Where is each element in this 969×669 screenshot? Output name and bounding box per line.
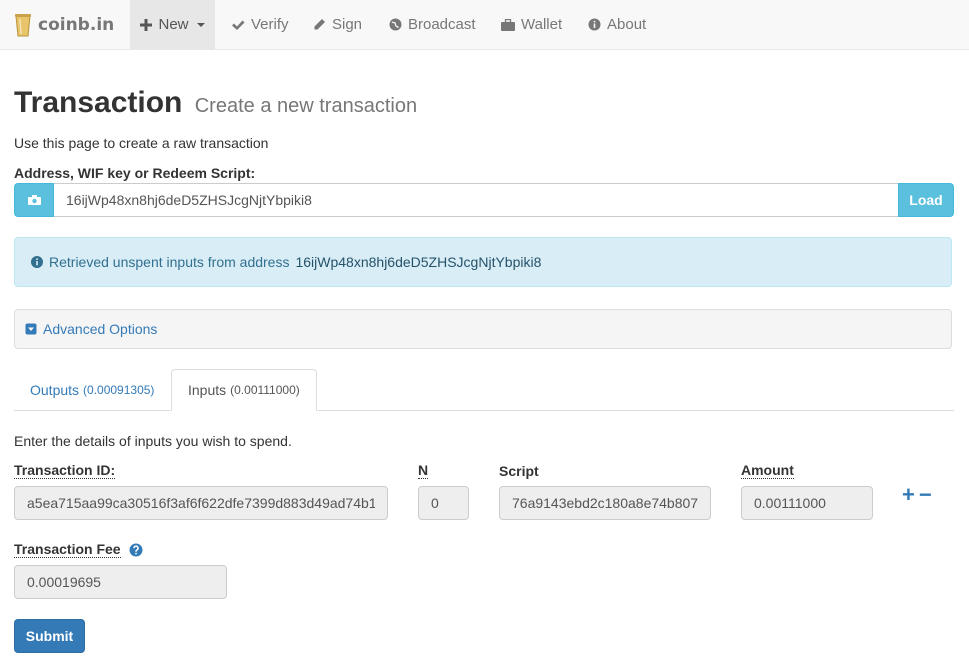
fee-input[interactable] (14, 565, 227, 599)
briefcase-icon (501, 18, 515, 31)
nav-new[interactable]: New (130, 0, 215, 49)
inputs-help-text: Enter the details of inputs you wish to … (14, 433, 292, 449)
brand-logo[interactable]: coinb.in (14, 0, 114, 49)
nav-broadcast[interactable]: Broadcast (389, 0, 476, 49)
nav-sign-label: Sign (332, 16, 363, 33)
load-button[interactable]: Load (898, 183, 954, 217)
brand-name: coinb.in (38, 14, 115, 35)
collapse-down-icon (25, 323, 37, 335)
row-controls: + − (902, 484, 932, 506)
tab-inputs-amount: (0.00111000) (230, 383, 300, 397)
advanced-options-label: Advanced Options (43, 321, 158, 337)
tab-outputs-amount: (0.00091305) (83, 382, 155, 397)
camera-button[interactable] (14, 183, 54, 217)
tabs-divider (14, 410, 954, 411)
amount-label: Amount (741, 462, 794, 479)
add-input-button[interactable]: + (902, 484, 915, 506)
pencil-icon (314, 19, 325, 30)
plus-icon (140, 18, 153, 31)
address-input[interactable] (54, 183, 898, 217)
nav-wallet-label: Wallet (521, 16, 563, 33)
n-label: N (418, 462, 429, 479)
n-input[interactable] (418, 486, 469, 520)
txid-label: Transaction ID: (14, 462, 116, 479)
alert-text: Retrieved unspent inputs from address (49, 254, 290, 270)
fee-label: Transaction Fee (14, 541, 121, 558)
check-icon (232, 20, 245, 30)
submit-button[interactable]: Submit (14, 619, 85, 653)
page-subtitle: Create a new transaction (194, 95, 418, 117)
info-alert: Retrieved unspent inputs from address 16… (14, 237, 952, 287)
tab-outputs-label: Outputs (30, 381, 80, 398)
script-input[interactable] (499, 486, 711, 520)
tab-inputs[interactable]: Inputs (0.00111000) (171, 369, 317, 411)
page-title: Transaction Create a new transaction (14, 86, 417, 120)
remove-input-button[interactable]: − (919, 484, 932, 506)
info-circle-icon (31, 256, 43, 268)
navbar: coinb.in New Verify Sign Broadcast Walle… (0, 0, 969, 50)
advanced-options-toggle[interactable]: Advanced Options (14, 309, 952, 349)
fee-label-row: Transaction Fee (14, 542, 143, 558)
caret-down-icon (196, 22, 205, 27)
address-input-group: Load (14, 183, 954, 217)
nav-verify[interactable]: Verify (231, 0, 289, 49)
nav-wallet[interactable]: Wallet (501, 0, 562, 49)
tab-outputs[interactable]: Outputs (0.00091305) (14, 369, 170, 410)
tab-inputs-label: Inputs (188, 382, 227, 398)
nav-sign[interactable]: Sign (313, 0, 362, 49)
nav-about[interactable]: About (588, 0, 646, 49)
alert-address: 16ijWp48xn8hj6deD5ZHSJcgNjtYbpiki8 (295, 254, 542, 270)
info-icon (588, 18, 601, 31)
camera-icon (27, 195, 41, 205)
nav-broadcast-label: Broadcast (408, 16, 476, 33)
page-title-text: Transaction (14, 86, 183, 119)
script-label: Script (499, 463, 539, 479)
coin-cup-icon (15, 13, 31, 36)
nav-verify-label: Verify (251, 16, 289, 33)
address-label: Address, WIF key or Redeem Script: (14, 165, 256, 181)
globe-icon (389, 18, 402, 31)
nav-new-label: New (158, 16, 189, 33)
amount-input[interactable] (741, 486, 873, 520)
nav-about-label: About (607, 16, 647, 33)
question-icon[interactable] (129, 543, 143, 557)
page-lead: Use this page to create a raw transactio… (14, 135, 269, 151)
txid-input[interactable] (14, 486, 388, 520)
